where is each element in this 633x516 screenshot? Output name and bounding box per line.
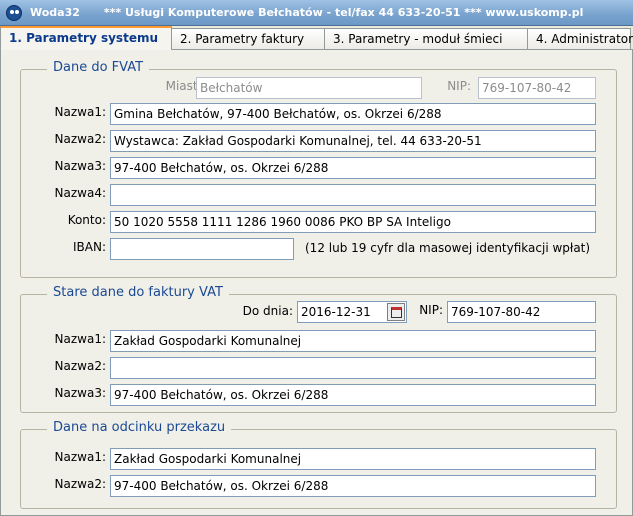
- nazwa3-field[interactable]: 97-400 Bełchatów, os. Okrzei 6/288: [110, 157, 596, 179]
- tab-strip: 1. Parametry systemu 2. Parametry faktur…: [0, 26, 633, 50]
- nazwa3-label: Nazwa3:: [54, 159, 106, 173]
- iban-field[interactable]: [110, 238, 294, 260]
- nazwa1-label: Nazwa1:: [54, 332, 106, 346]
- group-legend: Stare dane do faktury VAT: [47, 285, 229, 300]
- group-odcinek-przekazu: Dane na odcinku przekazu Nazwa1: Zakład …: [20, 420, 617, 509]
- calendar-icon[interactable]: [387, 303, 405, 321]
- app-icon: [6, 4, 22, 21]
- nazwa2-field[interactable]: 97-400 Bełchatów, os. Okrzei 6/288: [110, 475, 596, 497]
- nazwa2-field[interactable]: [110, 357, 596, 379]
- tab-parametry-faktury[interactable]: 2. Parametry faktury: [171, 28, 325, 50]
- tab-administrator[interactable]: 4. Administrator: [527, 28, 633, 50]
- nazwa1-label: Nazwa1:: [54, 450, 106, 464]
- nazwa1-field[interactable]: Zakład Gospodarki Komunalnej: [110, 330, 596, 352]
- tab-panel: Dane do FVAT Miasto: Bełchatów NIP: 769-…: [0, 49, 633, 516]
- nip-field[interactable]: 769-107-80-42: [447, 301, 596, 323]
- nip-label: NIP:: [447, 79, 471, 93]
- group-dane-fvat: Dane do FVAT Miasto: Bełchatów NIP: 769-…: [20, 60, 617, 278]
- nazwa3-label: Nazwa3:: [54, 386, 106, 400]
- iban-label: IBAN:: [73, 240, 106, 254]
- nazwa2-field[interactable]: Wystawca: Zakład Gospodarki Komunalnej, …: [110, 130, 596, 152]
- group-legend: Dane na odcinku przekazu: [47, 420, 232, 435]
- nazwa1-field[interactable]: Zakład Gospodarki Komunalnej: [110, 448, 596, 470]
- nip-field[interactable]: 769-107-80-42: [478, 77, 596, 99]
- konto-field[interactable]: 50 1020 5558 1111 1286 1960 0086 PKO BP …: [110, 211, 596, 233]
- group-stare-dane: Stare dane do faktury VAT Do dnia: 2016-…: [20, 285, 617, 413]
- do-dnia-label: Do dnia:: [242, 304, 293, 318]
- iban-note: (12 lub 19 cyfr dla masowej identyfikacj…: [305, 241, 591, 255]
- nazwa3-field[interactable]: 97-400 Bełchatów, os. Okrzei 6/288: [110, 384, 596, 406]
- nazwa2-label: Nazwa2:: [54, 132, 106, 146]
- tab-parametry-systemu[interactable]: 1. Parametry systemu: [0, 26, 172, 50]
- nip-label: NIP:: [419, 303, 443, 317]
- group-legend: Dane do FVAT: [47, 60, 150, 75]
- nazwa1-field[interactable]: Gmina Bełchatów, 97-400 Bełchatów, os. O…: [110, 103, 596, 125]
- nazwa2-label: Nazwa2:: [54, 359, 106, 373]
- tab-parametry-modul-smieci[interactable]: 3. Parametry - moduł śmieci: [324, 28, 528, 50]
- app-name: Woda32: [30, 6, 80, 19]
- konto-label: Konto:: [67, 213, 106, 227]
- nazwa1-label: Nazwa1:: [54, 105, 106, 119]
- nazwa2-label: Nazwa2:: [54, 477, 106, 491]
- title-bar: Woda32 *** Usługi Komputerowe Bełchatów …: [0, 0, 633, 26]
- nazwa4-label: Nazwa4:: [54, 186, 106, 200]
- nazwa4-field[interactable]: [110, 184, 596, 206]
- window-title: *** Usługi Komputerowe Bełchatów - tel/f…: [103, 6, 584, 19]
- miasto-field[interactable]: Bełchatów: [196, 77, 422, 99]
